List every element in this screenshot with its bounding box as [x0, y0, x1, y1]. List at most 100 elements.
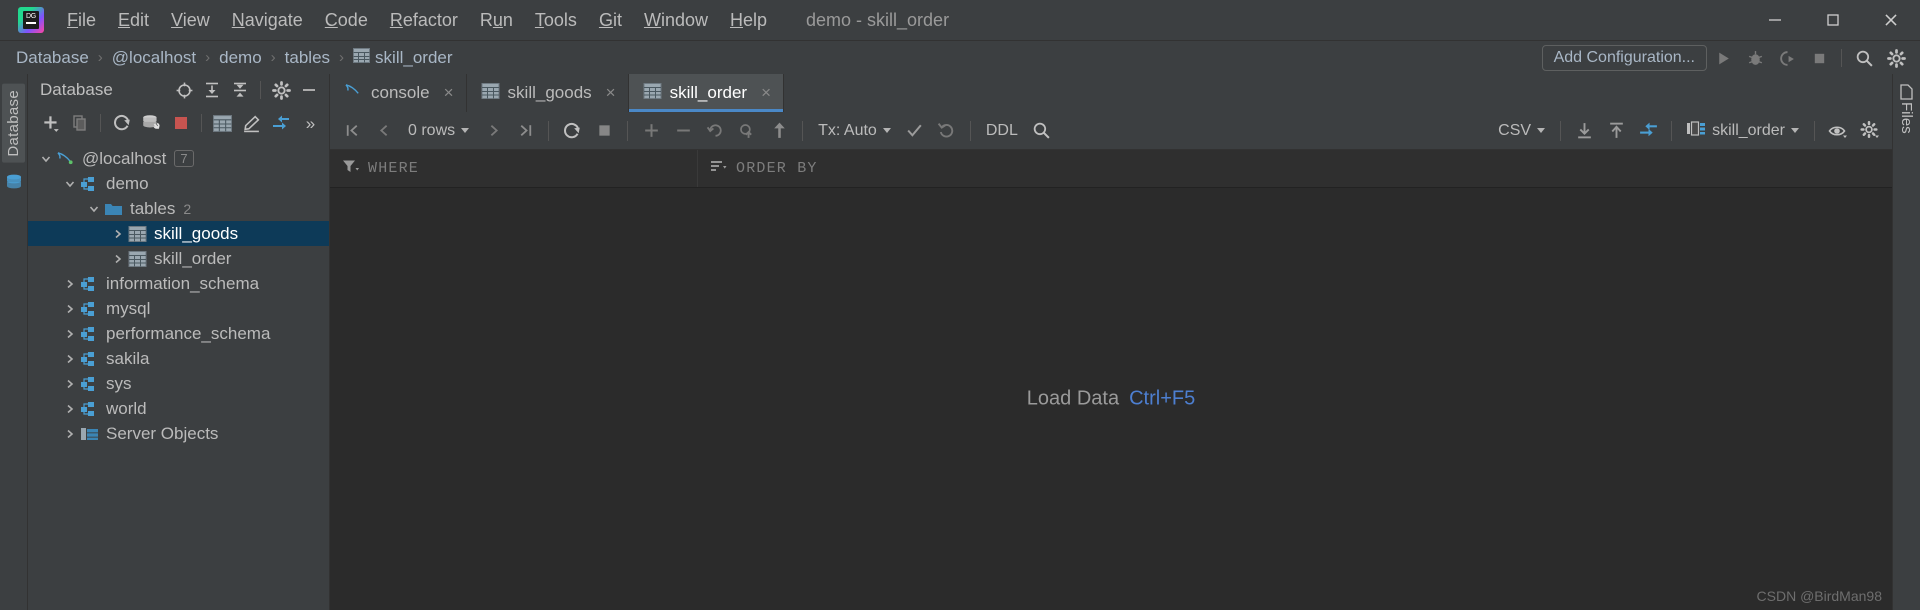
- menu-code[interactable]: Code: [314, 5, 379, 35]
- tab-skill-goods[interactable]: skill_goods ×: [467, 74, 629, 112]
- stop-icon[interactable]: [1803, 41, 1835, 75]
- close-icon[interactable]: ×: [761, 83, 771, 103]
- chevron-down-icon[interactable]: [86, 203, 102, 215]
- revert-selected-icon[interactable]: [731, 116, 763, 146]
- breadcrumb-item-localhost[interactable]: @localhost: [110, 48, 198, 68]
- menu-edit[interactable]: Edit: [107, 5, 160, 35]
- table-icon[interactable]: [208, 108, 237, 138]
- first-page-icon[interactable]: [336, 116, 368, 146]
- stop-icon[interactable]: [166, 108, 195, 138]
- edit-icon[interactable]: [237, 108, 266, 138]
- collapse-all-icon[interactable]: [226, 76, 254, 104]
- tree-item-mysql[interactable]: mysql: [28, 296, 329, 321]
- tree-item-performance-schema[interactable]: performance_schema: [28, 321, 329, 346]
- add-configuration-button[interactable]: Add Configuration...: [1541, 45, 1707, 71]
- menu-navigate[interactable]: Navigate: [221, 5, 314, 35]
- revert-icon[interactable]: [699, 116, 731, 146]
- stop-icon[interactable]: [588, 116, 620, 146]
- chevron-down-icon[interactable]: [38, 153, 54, 165]
- jump-to-icon[interactable]: [1632, 116, 1664, 146]
- settings-icon[interactable]: [267, 76, 295, 104]
- close-icon[interactable]: ×: [444, 83, 454, 103]
- breadcrumb-item-demo[interactable]: demo: [217, 48, 264, 68]
- run-with-coverage-icon[interactable]: [1771, 41, 1803, 75]
- breadcrumb-item-database[interactable]: Database: [14, 48, 91, 68]
- last-page-icon[interactable]: [509, 116, 541, 146]
- breadcrumb-item-tables[interactable]: tables: [283, 48, 332, 68]
- load-data-message[interactable]: Load Data Ctrl+F5: [1027, 388, 1195, 411]
- chevron-right-icon[interactable]: [110, 228, 126, 240]
- rollback-icon[interactable]: [931, 116, 963, 146]
- tree-item-demo[interactable]: demo: [28, 171, 329, 196]
- menu-run[interactable]: Run: [469, 5, 524, 35]
- tree-item-skill-goods[interactable]: skill_goods: [28, 221, 329, 246]
- chevron-right-icon[interactable]: [62, 353, 78, 365]
- tree-item-skill-order[interactable]: skill_order: [28, 246, 329, 271]
- chevron-right-icon[interactable]: [62, 303, 78, 315]
- tree-item-sakila[interactable]: sakila: [28, 346, 329, 371]
- tree-item-localhost[interactable]: @localhost 7: [28, 146, 329, 171]
- import-icon[interactable]: [1600, 116, 1632, 146]
- tool-window-button-files[interactable]: Files: [1898, 102, 1915, 134]
- locate-icon[interactable]: [170, 76, 198, 104]
- hide-icon[interactable]: [295, 76, 323, 104]
- chevron-right-icon[interactable]: [62, 428, 78, 440]
- order-by-filter[interactable]: ORDER BY: [698, 150, 830, 187]
- tool-window-button-database[interactable]: Database: [2, 84, 25, 163]
- chevron-right-icon[interactable]: [62, 403, 78, 415]
- datasource-properties-icon[interactable]: [137, 108, 166, 138]
- maximize-icon[interactable]: [1804, 0, 1862, 40]
- jump-to-icon[interactable]: [267, 108, 296, 138]
- chevron-right-icon[interactable]: [62, 378, 78, 390]
- database-stack-icon[interactable]: [5, 173, 23, 191]
- data-grid-canvas[interactable]: Load Data Ctrl+F5 CSDN @BirdMan98: [330, 188, 1892, 610]
- ddl-button[interactable]: DDL: [978, 122, 1026, 140]
- minimize-icon[interactable]: [1746, 0, 1804, 40]
- tree-item-server-objects[interactable]: Server Objects: [28, 421, 329, 446]
- debug-icon[interactable]: [1739, 41, 1771, 75]
- run-icon[interactable]: [1707, 41, 1739, 75]
- reload-icon[interactable]: [556, 116, 588, 146]
- menu-refactor[interactable]: Refactor: [379, 5, 469, 35]
- chevron-right-icon[interactable]: [110, 253, 126, 265]
- delete-row-icon[interactable]: [667, 116, 699, 146]
- submit-icon[interactable]: [763, 116, 795, 146]
- tree-item-information-schema[interactable]: information_schema: [28, 271, 329, 296]
- search-everywhere-icon[interactable]: [1848, 41, 1880, 75]
- copy-icon[interactable]: [65, 108, 94, 138]
- where-filter[interactable]: WHERE: [330, 150, 698, 187]
- tab-skill-order[interactable]: skill_order ×: [628, 74, 785, 112]
- tree-item-world[interactable]: world: [28, 396, 329, 421]
- breadcrumb-item-skill-order[interactable]: skill_order: [351, 47, 454, 68]
- chevron-down-icon[interactable]: [62, 178, 78, 190]
- menu-file[interactable]: File: [56, 5, 107, 35]
- commit-icon[interactable]: [899, 116, 931, 146]
- chevron-right-icon[interactable]: [62, 328, 78, 340]
- tree-item-sys[interactable]: sys: [28, 371, 329, 396]
- menu-tools[interactable]: Tools: [524, 5, 588, 35]
- menu-window[interactable]: Window: [633, 5, 719, 35]
- refresh-icon[interactable]: [107, 108, 136, 138]
- add-icon[interactable]: [36, 108, 65, 138]
- eye-icon[interactable]: [1822, 116, 1854, 146]
- menu-view[interactable]: View: [160, 5, 221, 35]
- more-icon[interactable]: »: [296, 108, 325, 138]
- chevron-right-icon[interactable]: [62, 278, 78, 290]
- close-icon[interactable]: ×: [606, 83, 616, 103]
- table-selector[interactable]: skill_order: [1679, 120, 1807, 141]
- export-icon[interactable]: [1568, 116, 1600, 146]
- settings-icon[interactable]: [1880, 41, 1912, 75]
- tab-console[interactable]: console ×: [330, 74, 467, 112]
- gear-icon[interactable]: [1854, 116, 1886, 146]
- row-count-selector[interactable]: 0 rows: [400, 122, 477, 140]
- expand-all-icon[interactable]: [198, 76, 226, 104]
- next-page-icon[interactable]: [477, 116, 509, 146]
- search-icon[interactable]: [1026, 116, 1058, 146]
- menu-help[interactable]: Help: [719, 5, 778, 35]
- close-icon[interactable]: [1862, 0, 1920, 40]
- tree-item-tables[interactable]: tables 2: [28, 196, 329, 221]
- output-format-selector[interactable]: CSV: [1490, 122, 1553, 140]
- prev-page-icon[interactable]: [368, 116, 400, 146]
- add-row-icon[interactable]: [635, 116, 667, 146]
- transaction-mode-selector[interactable]: Tx: Auto: [810, 122, 899, 140]
